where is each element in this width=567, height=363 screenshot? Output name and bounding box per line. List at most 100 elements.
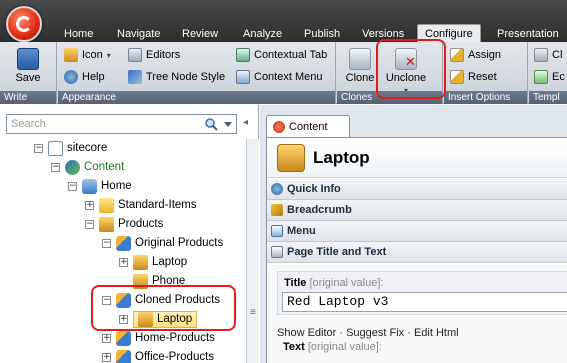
collapse-toggle-icon[interactable]: − [102, 238, 111, 248]
group-write: Save Write [0, 42, 57, 104]
tree-node-original-products[interactable]: − Original Products [102, 234, 223, 252]
section-label: Page Title and Text [287, 246, 387, 258]
tab-navigate[interactable]: Navigate [117, 28, 160, 42]
clone-icon [349, 48, 371, 70]
group-templates: Cl Ec Templ [529, 42, 567, 104]
tree-node-style-icon [128, 70, 142, 84]
template-edit-icon [534, 70, 548, 84]
tree-node-label: Home [101, 180, 132, 192]
ribbon-tab-bar: Home Navigate Review Analyze Publish Ver… [0, 0, 567, 42]
title-label: Title [284, 277, 307, 289]
text-note: [original value]: [307, 341, 382, 353]
clone-button[interactable]: Clone [343, 48, 377, 84]
tree-node-laptop-original[interactable]: + Laptop [119, 253, 187, 271]
expand-toggle-icon[interactable]: + [85, 200, 94, 210]
panel-splitter[interactable]: ≡ [246, 139, 259, 363]
icon-button[interactable]: Icon ▾ [64, 48, 111, 62]
context-menu-label: Context Menu [254, 71, 323, 83]
tree-node-label: Home-Products [135, 332, 215, 344]
search-icon[interactable] [204, 117, 218, 131]
splitter-grip-icon[interactable]: ≡ [250, 307, 256, 318]
tree-node-office-products[interactable]: + Office-Products [102, 348, 214, 363]
product-group-icon [116, 235, 131, 251]
context-menu-button[interactable]: Context Menu [236, 70, 322, 84]
tab-review[interactable]: Review [182, 28, 218, 42]
tab-content[interactable]: Content [266, 115, 350, 137]
collapse-toggle-icon[interactable]: − [68, 181, 77, 191]
assign-button[interactable]: Assign [450, 48, 501, 62]
document-icon [48, 140, 63, 156]
package-icon [133, 254, 148, 270]
tree-node-products[interactable]: − Products [85, 215, 163, 233]
package-icon [277, 144, 305, 172]
tree-node-style-label: Tree Node Style [146, 71, 226, 83]
save-label: Save [15, 72, 41, 84]
content-globe-icon [65, 159, 80, 175]
template-button-1[interactable]: Cl [534, 48, 562, 62]
sitecore-menu-orb-icon[interactable] [6, 6, 42, 42]
section-menu[interactable]: Menu [267, 221, 567, 242]
assign-label: Assign [468, 49, 502, 61]
unclone-highlight-box [376, 39, 446, 99]
reset-button[interactable]: Reset [450, 70, 497, 84]
field-actions[interactable]: Show Editor · Suggest Fix · Edit Html [277, 327, 459, 339]
content-editor-window: Home Navigate Review Analyze Publish Ver… [0, 0, 567, 363]
search-input[interactable]: Search [6, 114, 237, 134]
tree-node-label: Products [118, 218, 164, 230]
search-dropdown-icon[interactable] [224, 122, 232, 127]
help-icon [64, 70, 78, 84]
editors-button[interactable]: Editors [128, 48, 180, 62]
tree-node-home[interactable]: − Home [68, 177, 132, 195]
product-group-icon [116, 349, 131, 363]
tree-node-standard-items[interactable]: + Standard-Items [85, 196, 197, 214]
clone-label: Clone [345, 72, 375, 84]
page-icon [271, 246, 283, 258]
contextual-tab-label: Contextual Tab [254, 49, 328, 61]
menu-icon [271, 225, 283, 237]
tree-node-home-products[interactable]: + Home-Products [102, 329, 215, 347]
expand-toggle-icon[interactable]: + [119, 257, 128, 267]
template-label-1: Cl [552, 49, 563, 61]
folder-icon [99, 197, 114, 213]
expand-toggle-icon[interactable]: + [102, 333, 111, 343]
expand-toggle-icon[interactable]: + [102, 352, 111, 362]
tree-node-label: Original Products [135, 237, 224, 249]
cloned-products-highlight-box [91, 285, 236, 331]
content-tab-icon [273, 120, 285, 133]
help-button[interactable]: Help [64, 70, 105, 84]
template-button-2[interactable]: Ec [534, 70, 565, 84]
collapse-toggle-icon[interactable]: − [85, 219, 94, 229]
section-label: Breadcrumb [287, 204, 352, 216]
text-label: Text [283, 341, 305, 353]
text-field-label: Text [original value]: [283, 341, 382, 353]
group-label-templates: Templ [529, 91, 567, 104]
reset-icon [450, 70, 464, 84]
section-breadcrumb[interactable]: Breadcrumb [267, 200, 567, 221]
chevron-down-icon: ▾ [106, 50, 111, 60]
title-field-label: Title [original value]: [284, 277, 383, 289]
contextual-tab-button[interactable]: Contextual Tab [236, 48, 327, 62]
assign-icon [450, 48, 464, 62]
contextual-tab-icon [236, 48, 250, 62]
title-note: [original value]: [309, 277, 384, 289]
tree-node-content[interactable]: − Content [51, 158, 124, 176]
group-label-appearance: Appearance [58, 91, 335, 104]
collapse-toggle-icon[interactable]: − [51, 162, 60, 172]
save-button[interactable]: Save [6, 48, 50, 84]
title-input[interactable]: Red Laptop v3 [282, 292, 567, 312]
tree-node-label: Laptop [152, 256, 188, 268]
tab-publish[interactable]: Publish [304, 28, 340, 42]
icon-label: Icon [82, 49, 103, 61]
tab-presentation[interactable]: Presentation [497, 28, 559, 42]
collapse-toggle-icon[interactable]: − [34, 143, 43, 153]
section-page-title-and-text[interactable]: Page Title and Text [267, 242, 567, 263]
tab-home[interactable]: Home [64, 28, 93, 42]
section-quick-info[interactable]: Quick Info [267, 179, 567, 200]
tree-node-style-button[interactable]: Tree Node Style [128, 70, 225, 84]
tab-analyze[interactable]: Analyze [243, 28, 282, 42]
template-label-2: Ec [552, 71, 565, 83]
title-field: Title [original value]: Red Laptop v3 [277, 271, 567, 315]
collapse-panel-icon[interactable]: ◂ [243, 117, 248, 128]
tree-node-sitecore[interactable]: − sitecore [34, 139, 107, 157]
group-label-write: Write [0, 91, 56, 104]
